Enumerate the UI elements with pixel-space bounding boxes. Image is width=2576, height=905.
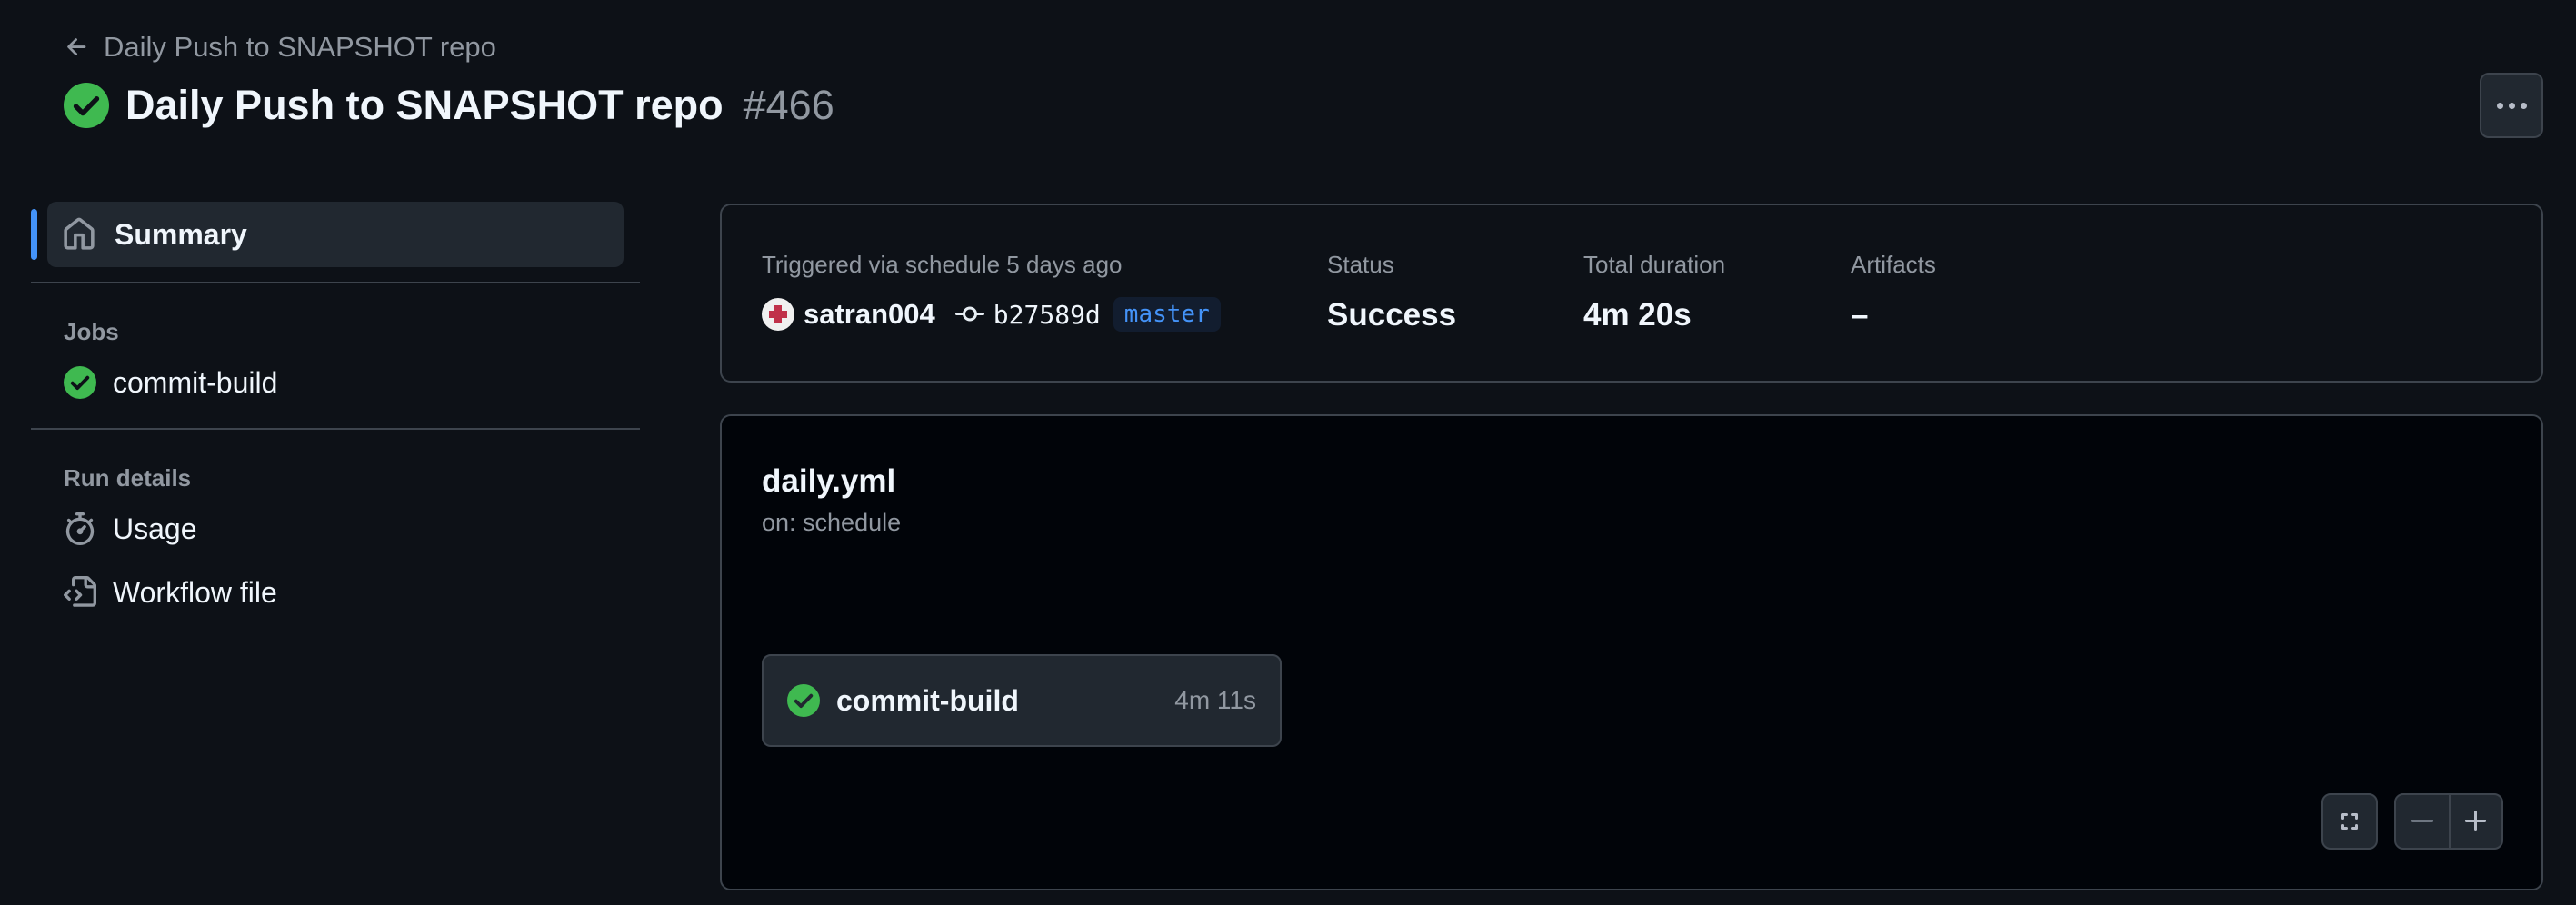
more-options-button[interactable] bbox=[2480, 73, 2543, 138]
branch-badge[interactable]: master bbox=[1113, 297, 1221, 332]
sidebar-item-usage[interactable]: Usage bbox=[31, 502, 640, 556]
workflow-run-page: Daily Push to SNAPSHOT repo Daily Push t… bbox=[0, 0, 2576, 905]
sidebar-item-summary[interactable]: Summary bbox=[31, 202, 624, 267]
run-details-heading: Run details bbox=[64, 464, 192, 492]
workflow-trigger: on: schedule bbox=[762, 509, 902, 536]
job-node-commit-build[interactable]: commit-build 4m 11s bbox=[762, 654, 1282, 747]
sidebar: Summary Jobs commit-build Run details Us… bbox=[31, 202, 640, 620]
back-link[interactable]: Daily Push to SNAPSHOT repo bbox=[64, 31, 496, 64]
back-link-label: Daily Push to SNAPSHOT repo bbox=[104, 31, 496, 63]
check-circle-fill-icon bbox=[64, 366, 96, 399]
commit-sha-link[interactable]: b27589d bbox=[993, 300, 1101, 330]
sidebar-item-label: commit-build bbox=[113, 365, 278, 399]
zoom-controls bbox=[2394, 793, 2503, 850]
duration-column: Total duration 4m 20s bbox=[1583, 251, 1725, 333]
sidebar-item-label: Usage bbox=[113, 512, 197, 545]
check-circle-fill-icon bbox=[787, 684, 820, 717]
artifacts-value: – bbox=[1851, 297, 1869, 333]
trigger-column: Triggered via schedule 5 days ago satran… bbox=[762, 251, 1221, 332]
jobs-heading: Jobs bbox=[64, 318, 119, 345]
workflow-graph-card: daily.yml on: schedule commit-build 4m 1… bbox=[720, 414, 2543, 890]
fullscreen-button[interactable] bbox=[2321, 793, 2378, 850]
sidebar-item-label: Summary bbox=[115, 217, 247, 251]
plus-icon bbox=[2464, 811, 2486, 831]
artifacts-label: Artifacts bbox=[1851, 251, 1936, 278]
minus-icon bbox=[2411, 820, 2433, 822]
page-title: Daily Push to SNAPSHOT repo #466 bbox=[64, 82, 834, 129]
kebab-dot bbox=[2520, 102, 2527, 109]
sidebar-item-workflow-file[interactable]: Workflow file bbox=[31, 565, 640, 620]
arrow-left-icon bbox=[67, 38, 86, 55]
home-icon bbox=[64, 217, 95, 250]
fullscreen-icon bbox=[2341, 813, 2358, 830]
trigger-text: Triggered via schedule 5 days ago bbox=[762, 251, 1123, 278]
duration-value: 4m 20s bbox=[1583, 297, 1692, 333]
git-commit-icon bbox=[954, 306, 984, 322]
sidebar-item-commit-build[interactable]: commit-build bbox=[31, 355, 640, 410]
status-value: Success bbox=[1327, 297, 1457, 333]
kebab-dot bbox=[2496, 102, 2503, 109]
run-summary-card: Triggered via schedule 5 days ago satran… bbox=[720, 204, 2543, 383]
divider bbox=[31, 428, 640, 430]
job-duration: 4m 11s bbox=[1174, 686, 1256, 714]
zoom-in-button[interactable] bbox=[2448, 795, 2501, 848]
divider bbox=[31, 282, 640, 283]
kebab-dot bbox=[2508, 102, 2515, 109]
workflow-title: Daily Push to SNAPSHOT repo bbox=[125, 82, 724, 128]
artifacts-column: Artifacts – bbox=[1851, 251, 1936, 333]
status-label: Status bbox=[1327, 251, 1394, 278]
duration-label: Total duration bbox=[1583, 251, 1726, 278]
run-number: #466 bbox=[743, 82, 834, 128]
zoom-out-button[interactable] bbox=[2396, 795, 2449, 848]
actor-link[interactable]: satran004 bbox=[804, 298, 935, 331]
check-circle-fill-icon bbox=[64, 83, 109, 128]
sidebar-item-label: Workflow file bbox=[113, 575, 277, 609]
workflow-file-name: daily.yml bbox=[762, 463, 896, 499]
file-code-icon bbox=[64, 576, 96, 607]
stopwatch-icon bbox=[65, 512, 95, 545]
avatar[interactable] bbox=[762, 298, 794, 331]
status-column: Status Success bbox=[1327, 251, 1456, 333]
job-name: commit-build bbox=[836, 683, 1019, 717]
